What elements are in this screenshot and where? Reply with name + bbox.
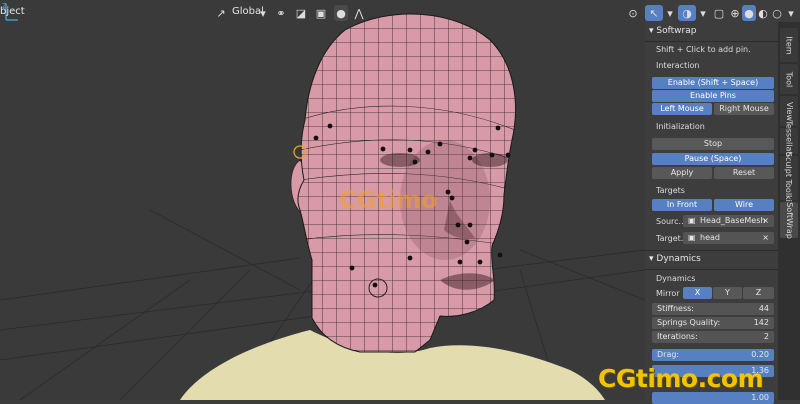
reset-button[interactable]: Reset bbox=[714, 167, 774, 179]
enable-pins-button[interactable]: Enable Pins bbox=[652, 90, 774, 102]
tab-item-label: Item bbox=[784, 35, 794, 55]
mirror-x-toggle[interactable]: X bbox=[683, 287, 712, 299]
material-shading-icon[interactable]: ◐ bbox=[756, 5, 770, 21]
mesh-icon: ▣ bbox=[688, 216, 696, 225]
tab-tessellator[interactable]: Tessellator bbox=[780, 120, 798, 162]
tab-tool-label: Tool bbox=[784, 71, 794, 87]
tab-view-label: View bbox=[784, 101, 794, 121]
rendered-shading-icon[interactable]: ○ bbox=[770, 5, 784, 21]
divider bbox=[645, 250, 778, 251]
visibility-icon[interactable]: ⊙ bbox=[625, 5, 641, 21]
tab-sculpt-toolkit-label: Sculpt Toolkit bbox=[784, 151, 794, 205]
mode-label[interactable]: bject bbox=[0, 6, 25, 17]
divider bbox=[645, 41, 778, 42]
drag-slider[interactable]: Drag: 0.20 bbox=[652, 349, 774, 361]
clear-icon[interactable]: × bbox=[762, 232, 769, 244]
dynamics-title: Dynamics bbox=[656, 254, 701, 264]
chevron-down-icon[interactable]: ▾ bbox=[698, 5, 708, 21]
sidebar-tabs: Item Tool View Tessellator Sculpt Toolki… bbox=[778, 22, 800, 400]
drag-value: 0.20 bbox=[751, 350, 769, 359]
softwrap-header[interactable]: ▾ Softwrap bbox=[649, 26, 696, 42]
mirror-y-toggle[interactable]: Y bbox=[713, 287, 742, 299]
targets-label: Targets bbox=[656, 186, 685, 195]
springs-quality-slider[interactable]: Springs Quality: 142 bbox=[652, 317, 774, 329]
source-field[interactable]: ▣ Head_BaseMesh × bbox=[683, 215, 774, 227]
falloff-icon[interactable]: ⋀ bbox=[350, 5, 368, 21]
mesh-wireframe bbox=[297, 13, 516, 353]
pivot-icon[interactable]: ⚭ bbox=[272, 5, 290, 21]
iterations-slider[interactable]: Iterations: 2 bbox=[652, 331, 774, 343]
drag-label: Drag: bbox=[657, 350, 680, 359]
in-front-toggle[interactable]: In Front bbox=[652, 199, 712, 211]
mirror-label: Mirror bbox=[656, 289, 680, 298]
springs-value: 142 bbox=[753, 318, 769, 327]
xray-icon[interactable]: ▢ bbox=[712, 5, 726, 21]
viewport-watermark: CGtimo bbox=[339, 186, 438, 214]
dynamics-header[interactable]: ▾ Dynamics bbox=[649, 254, 701, 270]
tab-softwrap[interactable]: SoftWrap bbox=[780, 202, 798, 238]
solid-shading-icon[interactable]: ● bbox=[742, 5, 756, 21]
sidebar-panel: ▾ Softwrap Shift + Click to add pin. Int… bbox=[645, 22, 778, 404]
enable-button[interactable]: Enable (Shift + Space) bbox=[652, 77, 774, 89]
interaction-label: Interaction bbox=[656, 61, 700, 70]
chevron-down-icon[interactable]: ▾ bbox=[665, 5, 675, 21]
tab-item[interactable]: Item bbox=[780, 28, 798, 62]
3d-viewport[interactable]: CGtimo Z bbox=[0, 0, 645, 400]
iterations-label: Iterations: bbox=[657, 332, 698, 341]
wireframe-shading-icon[interactable]: ⊕ bbox=[728, 5, 742, 21]
snap-icon[interactable]: ◪ bbox=[292, 5, 310, 21]
pause-button[interactable]: Pause (Space) bbox=[652, 153, 774, 165]
mesh-icon: ▣ bbox=[688, 233, 696, 242]
left-mouse-button[interactable]: Left Mouse bbox=[652, 103, 712, 115]
gizmo-toggle-icon[interactable]: ↖ bbox=[645, 5, 663, 21]
iterations-value: 2 bbox=[763, 332, 769, 341]
clear-icon[interactable]: × bbox=[762, 215, 769, 227]
source-value: Head_BaseMesh bbox=[700, 216, 766, 225]
snap-target-icon[interactable]: ▣ bbox=[312, 5, 330, 21]
mirror-z-toggle[interactable]: Z bbox=[743, 287, 774, 299]
stiffness-slider[interactable]: Stiffness: 44 bbox=[652, 303, 774, 315]
right-mouse-button[interactable]: Right Mouse bbox=[714, 103, 774, 115]
tab-softwrap-label: SoftWrap bbox=[784, 201, 794, 239]
overlay-toggle-icon[interactable]: ◑ bbox=[678, 5, 696, 21]
proportional-edit-icon[interactable]: ● bbox=[334, 5, 348, 21]
stiffness-value: 44 bbox=[758, 304, 769, 313]
springs-label: Springs Quality: bbox=[657, 318, 721, 327]
divider bbox=[645, 269, 778, 270]
viewport-scene bbox=[0, 13, 645, 400]
initialization-label: Initialization bbox=[656, 122, 705, 131]
target-value: head bbox=[700, 233, 720, 242]
softwrap-title: Softwrap bbox=[656, 26, 697, 36]
tab-sculpt-toolkit[interactable]: Sculpt Toolkit bbox=[780, 151, 798, 205]
source-label: Sourc... bbox=[656, 217, 687, 226]
dynamics-label: Dynamics bbox=[656, 274, 696, 283]
wire-toggle[interactable]: Wire bbox=[714, 199, 774, 211]
watermark-logo: CGtimo.com bbox=[598, 364, 764, 393]
bottom-slider[interactable]: 1.00 bbox=[652, 392, 774, 404]
tab-tool[interactable]: Tool bbox=[780, 64, 798, 94]
chevron-down-icon[interactable]: ▾ bbox=[785, 5, 797, 21]
chevron-down-icon[interactable]: ▾ bbox=[258, 5, 268, 21]
hint-text: Shift + Click to add pin. bbox=[656, 45, 751, 54]
stiffness-label: Stiffness: bbox=[657, 304, 694, 313]
target-field[interactable]: ▣ head × bbox=[683, 232, 774, 244]
bottom-value: 1.00 bbox=[751, 393, 769, 402]
apply-button[interactable]: Apply bbox=[652, 167, 712, 179]
transform-orientation-icon[interactable]: ↗ bbox=[215, 5, 227, 21]
stop-button[interactable]: Stop bbox=[652, 138, 774, 150]
